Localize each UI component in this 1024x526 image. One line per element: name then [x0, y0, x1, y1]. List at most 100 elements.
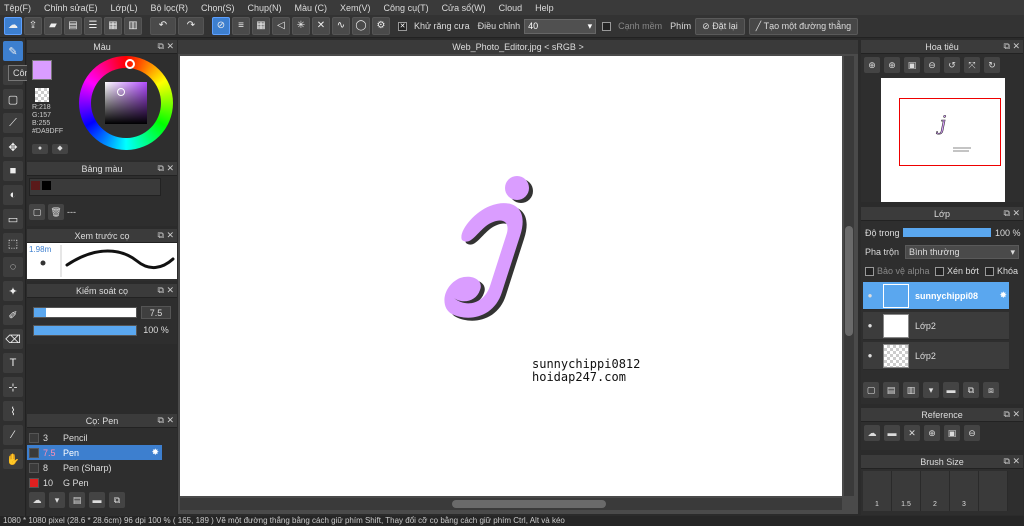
horizontal-scrollbar[interactable] [180, 498, 842, 510]
zoom-actual-icon[interactable]: ▣ [904, 57, 920, 73]
vertical-scrollbar[interactable] [844, 56, 854, 496]
brush-item[interactable]: 8 Pen (Sharp) [27, 460, 162, 475]
palette-swatch[interactable] [42, 181, 51, 190]
panel-close-icon[interactable]: ⧉ ✕ [1004, 208, 1020, 219]
edge-checkbox[interactable] [602, 21, 612, 31]
menu-window[interactable]: Cửa sổ(W) [442, 3, 486, 13]
layer-copy-icon[interactable]: ▥ [903, 382, 919, 398]
gradient-icon[interactable]: ▭ [3, 209, 23, 229]
move-tool-icon[interactable]: ✥ [3, 137, 23, 157]
layer-duplicate-icon[interactable]: ⧉ [963, 382, 979, 398]
marquee-icon[interactable]: ⬚ [3, 233, 23, 253]
antialias-checkbox[interactable]: ✕ [398, 21, 407, 31]
layer-opacity-slider[interactable] [903, 228, 991, 237]
eye-icon[interactable]: ● [863, 291, 877, 300]
folder-icon[interactable]: ▬ [89, 492, 105, 508]
panel-close-icon[interactable]: ⧉ ✕ [1004, 456, 1020, 467]
menu-color[interactable]: Màu (C) [295, 3, 328, 13]
drawing-canvas[interactable]: sunnychippi0812 hoidap247.com [180, 56, 842, 496]
zoom-out-icon[interactable]: ⊖ [924, 57, 940, 73]
protect-alpha-checkbox[interactable] [865, 266, 874, 276]
layer-item[interactable]: ● Lớp2 [863, 342, 1009, 370]
bucket-icon[interactable]: ◐ [3, 185, 23, 205]
adjust-select[interactable]: 40 ▾ [524, 18, 597, 34]
layer-item[interactable]: ● sunnychippi08 ✸ [863, 282, 1009, 310]
layer-settings-icon[interactable]: ✸ [999, 290, 1007, 301]
lock-checkbox[interactable] [985, 266, 994, 276]
new-palette-icon[interactable]: ▢ [29, 204, 45, 220]
snap-parallel-icon[interactable]: ≡ [232, 17, 250, 35]
rotate-right-icon[interactable]: ↻ [984, 57, 1000, 73]
grid-icon[interactable]: ▦ [104, 17, 122, 35]
snap-off-icon[interactable]: ⊘ [212, 17, 230, 35]
duplicate-icon[interactable]: ⧉ [109, 492, 125, 508]
menu-cloud[interactable]: Cloud [499, 3, 523, 13]
brush-size-option[interactable]: 3 [950, 471, 979, 511]
menu-tools[interactable]: Công cụ(T) [384, 3, 429, 13]
brush-item[interactable]: 10 G Pen [27, 475, 162, 490]
snap-cross-icon[interactable]: ✕ [312, 17, 330, 35]
line-tool-icon[interactable]: ⟋ [3, 113, 23, 133]
panel-close-icon[interactable]: ⧉ ✕ [158, 163, 174, 174]
eyedropper-icon[interactable]: ⌇ [3, 401, 23, 421]
lasso-icon[interactable]: ◌ [3, 257, 23, 277]
brush-item[interactable]: 3 Pencil [27, 430, 162, 445]
menu-layer[interactable]: Lớp(L) [111, 3, 138, 13]
document-tab[interactable]: Web_Photo_Editor.jpg < sRGB > [178, 40, 858, 54]
brush-settings-icon[interactable]: ✸ [151, 447, 159, 458]
navigator-thumbnail[interactable]: j [881, 78, 1005, 202]
panel-close-icon[interactable]: ⧉ ✕ [158, 285, 174, 296]
brush-opacity-slider[interactable] [33, 325, 137, 336]
color-mode-a-icon[interactable]: ● [32, 144, 48, 154]
rect-select-icon[interactable]: ▢ [3, 89, 23, 109]
document-icon[interactable]: ▥ [124, 17, 142, 35]
operation-icon[interactable]: ⊹ [3, 377, 23, 397]
zoom-in-icon[interactable]: ⊕ [884, 57, 900, 73]
menu-help[interactable]: Help [535, 3, 554, 13]
ref-zoom-out-icon[interactable]: ⊖ [964, 425, 980, 441]
brush-size-option[interactable]: 1.5 [892, 471, 921, 511]
panel-close-icon[interactable]: ⧉ ✕ [1004, 41, 1020, 52]
clipping-checkbox[interactable] [935, 266, 944, 276]
eye-icon[interactable]: ● [863, 351, 877, 360]
menu-view[interactable]: Xem(V) [340, 3, 371, 13]
palette-swatch[interactable] [31, 181, 40, 190]
new-layer-alt-icon[interactable]: ▤ [883, 382, 899, 398]
close-ref-icon[interactable]: ✕ [904, 425, 920, 441]
color-mode-b-icon[interactable]: ◆ [52, 144, 68, 154]
menu-edit[interactable]: Chỉnh sửa(E) [44, 3, 98, 13]
lock-option[interactable]: Khóa [985, 266, 1018, 276]
layer-menu-icon[interactable]: ▾ [923, 382, 939, 398]
panel-close-icon[interactable]: ⧉ ✕ [158, 41, 174, 52]
text-tool-icon[interactable]: T [3, 353, 23, 373]
snap-settings-icon[interactable]: ⚙ [372, 17, 390, 35]
new-layer-icon[interactable]: ▢ [863, 382, 879, 398]
panel-close-icon[interactable]: ⧉ ✕ [158, 230, 174, 241]
brush-item[interactable]: 7.5 Pen ✸ [27, 445, 162, 460]
hue-wheel[interactable] [79, 56, 173, 150]
brush-size-option[interactable] [979, 471, 1008, 511]
select-pen-icon[interactable]: ✐ [3, 305, 23, 325]
cloud-ref-icon[interactable]: ☁ [864, 425, 880, 441]
select-eraser-icon[interactable]: ⌫ [3, 329, 23, 349]
ref-zoom-in-icon[interactable]: ⊕ [924, 425, 940, 441]
saturation-square[interactable] [105, 82, 147, 124]
undo-icon[interactable]: ↶ [150, 17, 176, 35]
comment-icon[interactable]: ▰ [44, 17, 62, 35]
panel-close-icon[interactable]: ⧉ ✕ [158, 415, 174, 426]
ref-fit-icon[interactable]: ▣ [944, 425, 960, 441]
export-icon[interactable]: ⇪ [24, 17, 42, 35]
panel-close-icon[interactable]: ⧉ ✕ [1004, 409, 1020, 420]
menu-capture[interactable]: Chụp(N) [248, 3, 282, 13]
open-ref-icon[interactable]: ▬ [884, 425, 900, 441]
menu-file[interactable]: Tệp(F) [4, 3, 31, 13]
list-icon[interactable]: ☰ [84, 17, 102, 35]
cloud-icon[interactable]: ☁ [4, 17, 22, 35]
hue-cursor[interactable] [125, 59, 135, 69]
layer-item[interactable]: ● Lớp2 [863, 312, 1009, 340]
zoom-fit-icon[interactable]: ⊕ [864, 57, 880, 73]
menu-filter[interactable]: Bộ lọc(R) [150, 3, 188, 13]
flip-icon[interactable]: ⤧ [964, 57, 980, 73]
save-icon[interactable]: ▤ [64, 17, 82, 35]
menu-select[interactable]: Chọn(S) [201, 3, 235, 13]
